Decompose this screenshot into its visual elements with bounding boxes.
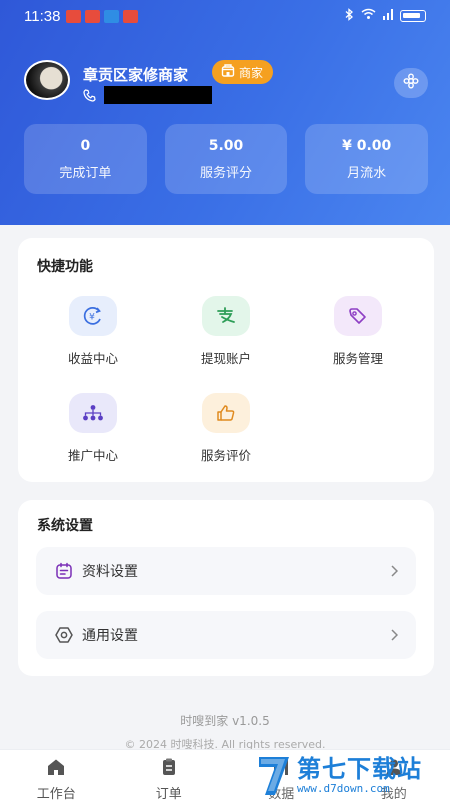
tab-workbench[interactable]: 工作台 xyxy=(0,750,113,800)
notification-icon xyxy=(123,9,139,23)
app-version: 时嗖到家 v1.0.5 xyxy=(180,714,270,728)
yen-coin-icon: ¥ xyxy=(69,296,117,336)
merchant-badge-label: 商家 xyxy=(239,65,264,80)
func-label: 服务管理 xyxy=(332,351,383,366)
network-icon xyxy=(69,393,117,433)
system-settings-card: 系统设置 资料设置 通用设置 xyxy=(18,500,434,676)
alipay-notification-icon xyxy=(104,9,120,23)
quick-functions-card: 快捷功能 ¥ 收益中心 提现账户 服务管理 推广中心 服务评价 xyxy=(18,238,434,482)
profile-card-icon xyxy=(54,561,74,581)
watermark-logo-icon xyxy=(255,753,293,797)
shop-icon xyxy=(221,64,235,80)
phone-number-redacted xyxy=(104,86,212,104)
tag-icon xyxy=(334,296,382,336)
watermark-url: www.d7down.com xyxy=(297,781,390,795)
section-title: 快捷功能 xyxy=(37,259,93,275)
orders-icon xyxy=(160,758,178,780)
func-promotion-center[interactable]: 推广中心 xyxy=(38,393,148,469)
notification-icon xyxy=(66,9,82,23)
tab-label: 工作台 xyxy=(36,787,76,800)
merchant-profile: 章贡区家修商家 商家 xyxy=(24,60,428,104)
profile-settings-button[interactable] xyxy=(394,68,428,98)
battery-icon xyxy=(400,10,426,22)
func-label: 推广中心 xyxy=(67,448,118,463)
func-service-reviews[interactable]: 服务评价 xyxy=(171,393,281,469)
home-icon xyxy=(46,758,66,780)
notification-icon xyxy=(85,9,101,23)
func-earnings-center[interactable]: ¥ 收益中心 xyxy=(38,296,148,372)
stat-service-rating[interactable]: 5.00 服务评分 xyxy=(164,124,288,194)
chevron-right-icon xyxy=(390,562,399,581)
stat-monthly-revenue[interactable]: ¥ 0.00 月流水 xyxy=(305,124,429,194)
stat-label: 服务评分 xyxy=(200,165,253,181)
watermark-name: 第七下载站 xyxy=(297,754,422,783)
phone-icon xyxy=(83,88,96,102)
stat-value: 0 xyxy=(80,137,91,154)
svg-text:¥: ¥ xyxy=(89,313,95,323)
site-watermark: 第七下载站 www.d7down.com xyxy=(255,752,447,798)
merchant-badge: 商家 xyxy=(212,60,274,84)
alipay-icon xyxy=(202,296,250,336)
wifi-icon xyxy=(361,8,376,24)
stat-label: 月流水 xyxy=(347,165,387,181)
thumbs-up-icon xyxy=(202,393,250,433)
func-label: 提现账户 xyxy=(200,351,251,366)
shop-name: 章贡区家修商家 xyxy=(83,66,189,84)
row-profile-settings[interactable]: 资料设置 xyxy=(36,547,416,595)
stat-value: 5.00 xyxy=(208,137,244,154)
row-general-settings[interactable]: 通用设置 xyxy=(36,611,416,659)
stat-label: 完成订单 xyxy=(59,165,112,181)
tab-orders[interactable]: 订单 xyxy=(113,750,226,800)
profile-header: 11:38 章贡区家修商家 商家 0 完成订单 5.00 服务评分 ¥ 0.00… xyxy=(0,0,450,225)
chevron-right-icon xyxy=(390,626,399,645)
func-label: 服务评价 xyxy=(200,448,251,463)
row-label: 资料设置 xyxy=(82,564,138,580)
func-service-management[interactable]: 服务管理 xyxy=(303,296,413,372)
phone-row xyxy=(83,86,212,104)
status-time: 11:38 xyxy=(24,7,61,25)
row-label: 通用设置 xyxy=(82,628,138,644)
stat-completed-orders[interactable]: 0 完成订单 xyxy=(24,124,147,194)
stats-row: 0 完成订单 5.00 服务评分 ¥ 0.00 月流水 xyxy=(24,124,429,194)
settings-cog-icon xyxy=(54,625,74,645)
avatar[interactable] xyxy=(24,60,70,100)
tab-label: 订单 xyxy=(155,787,182,800)
bluetooth-icon xyxy=(345,7,354,25)
section-title: 系统设置 xyxy=(37,518,93,534)
flower-settings-icon xyxy=(403,73,419,93)
func-label: 收益中心 xyxy=(67,351,118,366)
status-bar: 11:38 xyxy=(0,0,450,32)
func-withdraw-account[interactable]: 提现账户 xyxy=(171,296,281,372)
signal-icon xyxy=(383,8,393,24)
stat-value: ¥ 0.00 xyxy=(342,137,392,154)
